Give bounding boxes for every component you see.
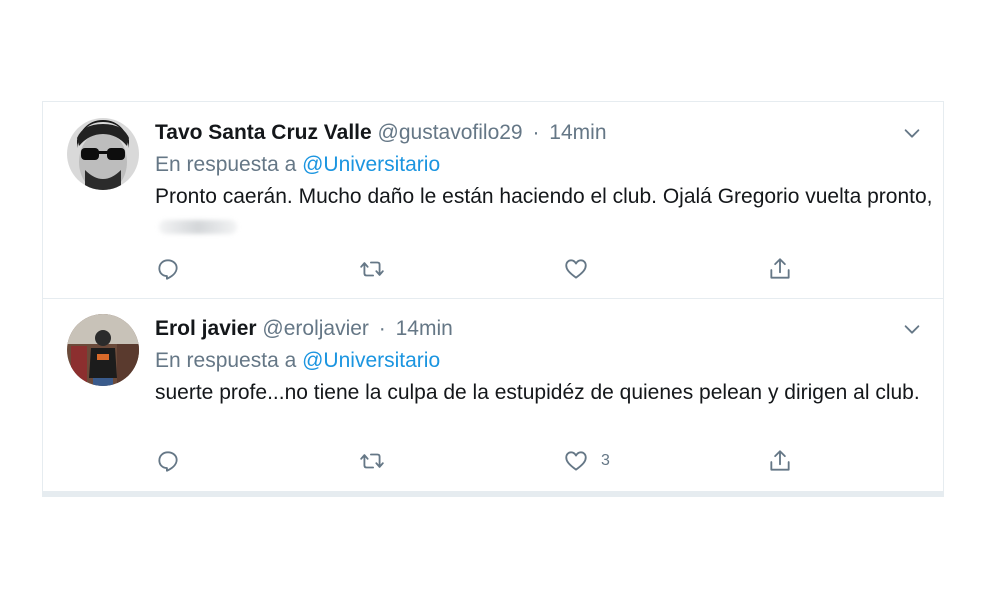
handle[interactable]: @gustavofilo29 <box>378 121 523 144</box>
blurred-text <box>159 220 237 235</box>
handle[interactable]: @eroljavier <box>262 317 369 340</box>
tweet-text: suerte profe...no tiene la culpa de la e… <box>155 381 920 404</box>
share-button[interactable] <box>767 254 793 284</box>
reply-context: En respuesta a @Universitario <box>155 152 440 178</box>
tweet-text-container: suerte profe...no tiene la culpa de la e… <box>155 378 935 408</box>
heart-icon <box>565 451 587 471</box>
share-button[interactable] <box>767 446 793 476</box>
tweet-actions: 3 <box>155 446 835 476</box>
retweet-button[interactable] <box>359 446 385 476</box>
like-button[interactable] <box>563 254 601 284</box>
mention-link[interactable]: @Universitario <box>302 349 440 372</box>
avatar[interactable] <box>67 314 139 386</box>
avatar-image <box>67 118 139 190</box>
reply-button[interactable] <box>155 446 181 476</box>
reply-prefix: En respuesta a <box>155 153 297 176</box>
timestamp[interactable]: 14min <box>549 121 606 144</box>
reply-icon <box>158 259 178 280</box>
reply-icon <box>158 451 178 472</box>
retweet-button[interactable] <box>359 254 385 284</box>
separator: · <box>532 121 540 144</box>
avatar-image <box>67 314 139 386</box>
chevron-down-icon[interactable] <box>901 318 923 340</box>
like-count: 3 <box>601 452 610 469</box>
reply-prefix: En respuesta a <box>155 349 297 372</box>
display-name[interactable]: Tavo Santa Cruz Valle <box>155 121 372 144</box>
share-icon <box>770 258 790 279</box>
display-name[interactable]: Erol javier <box>155 317 257 340</box>
tweet-actions <box>155 254 835 284</box>
retweet-icon <box>360 261 384 277</box>
tweet-text: Pronto caerán. Mucho daño le están hacie… <box>155 185 933 208</box>
timeline-card: Tavo Santa Cruz Valle @gustavofilo29 · 1… <box>42 101 944 497</box>
tweet[interactable]: Erol javier @eroljavier · 14min En respu… <box>43 298 943 490</box>
chevron-down-icon[interactable] <box>901 122 923 144</box>
avatar[interactable] <box>67 118 139 190</box>
heart-icon <box>565 259 587 279</box>
separator: · <box>378 317 386 340</box>
mention-link[interactable]: @Universitario <box>302 153 440 176</box>
timestamp[interactable]: 14min <box>396 317 453 340</box>
tweet-header: Erol javier @eroljavier · 14min <box>155 316 453 342</box>
retweet-icon <box>360 453 384 469</box>
tweet-text-container: Pronto caerán. Mucho daño le están hacie… <box>155 182 935 242</box>
tweet-header: Tavo Santa Cruz Valle @gustavofilo29 · 1… <box>155 120 607 146</box>
like-button[interactable]: 3 <box>563 446 610 476</box>
reply-button[interactable] <box>155 254 181 284</box>
tweet[interactable]: Tavo Santa Cruz Valle @gustavofilo29 · 1… <box>43 102 943 299</box>
reply-context: En respuesta a @Universitario <box>155 348 440 374</box>
share-icon <box>770 450 790 471</box>
